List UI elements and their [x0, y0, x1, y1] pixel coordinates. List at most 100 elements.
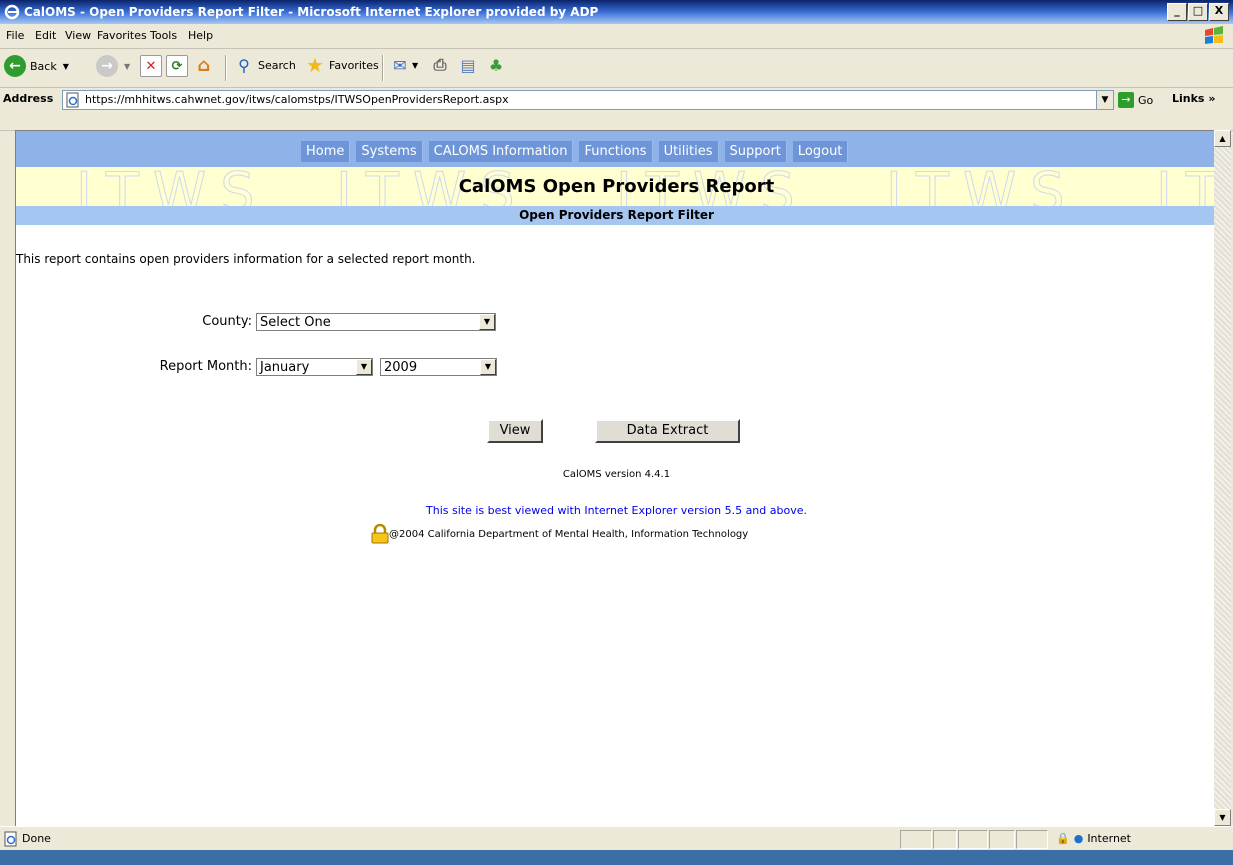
nav-functions[interactable]: Functions — [579, 141, 653, 162]
address-dropdown-icon[interactable]: ▼ — [1096, 91, 1113, 109]
messenger-button[interactable]: ♣ — [486, 55, 506, 75]
page-content: Home Systems CALOMS Information Function… — [15, 130, 1217, 827]
chevron-down-icon: ▼ — [479, 314, 495, 330]
browser-note: This site is best viewed with Internet E… — [426, 504, 807, 517]
minimize-button[interactable]: _ — [1167, 3, 1187, 21]
security-zone: 🔒 ● Internet — [1056, 832, 1131, 845]
status-cell — [989, 830, 1015, 849]
scroll-down-icon[interactable]: ▼ — [1214, 809, 1231, 826]
site-nav: Home Systems CALOMS Information Function… — [16, 131, 1217, 167]
standard-toolbar: ← Back ▼ → ▼ ✕ ⟳ ⌂ ⚲ Search ★ Favorites … — [0, 49, 1233, 88]
copyright-text: @2004 California Department of Mental He… — [389, 528, 749, 540]
banner: ITWS ITWS ITWS ITWS ITWS CalOMS Open Pro… — [16, 167, 1217, 206]
chevron-down-icon: ▼ — [356, 359, 372, 375]
refresh-icon: ⟳ — [166, 55, 188, 77]
address-url: https://mhhitws.cahwnet.gov/itws/calomst… — [85, 93, 509, 106]
menu-help[interactable]: Help — [188, 29, 213, 42]
report-month-label: Report Month: — [159, 359, 252, 374]
nav-utilities[interactable]: Utilities — [658, 141, 719, 162]
status-cell — [900, 830, 932, 849]
view-button[interactable]: View — [487, 419, 543, 443]
dropdown-arrow-icon[interactable]: ▼ — [412, 61, 418, 70]
address-label: Address — [3, 92, 54, 105]
search-icon: ⚲ — [238, 55, 250, 75]
print-button[interactable]: ⎙ — [430, 55, 450, 75]
chevron-down-icon: ▼ — [480, 359, 496, 375]
toolbar-separator — [382, 55, 384, 81]
mail-button[interactable]: ✉ ▼ — [390, 55, 418, 75]
forward-arrow-icon: → — [96, 55, 118, 77]
go-arrow-icon: → — [1118, 92, 1134, 108]
year-select[interactable]: 2009 ▼ — [380, 358, 497, 376]
search-button[interactable]: ⚲ Search — [234, 55, 296, 75]
vertical-scrollbar[interactable]: ▲ ▼ — [1214, 130, 1231, 826]
printer-icon: ⎙ — [433, 55, 447, 74]
back-arrow-icon: ← — [4, 55, 26, 77]
title-bar: CalOMS - Open Providers Report Filter - … — [0, 0, 1233, 24]
status-cell — [958, 830, 988, 849]
menu-edit[interactable]: Edit — [35, 29, 56, 42]
ie-icon — [4, 4, 20, 20]
page-subtitle: Open Providers Report Filter — [16, 206, 1217, 225]
toolbar-separator — [225, 55, 227, 81]
menu-tools[interactable]: Tools — [150, 29, 177, 42]
messenger-icon: ♣ — [488, 55, 504, 75]
nav-systems[interactable]: Systems — [356, 141, 423, 162]
menu-file[interactable]: File — [6, 29, 24, 42]
dropdown-arrow-icon[interactable]: ▼ — [63, 62, 69, 71]
windows-logo-icon — [1205, 26, 1223, 44]
address-bar: Address https://mhhitws.cahwnet.gov/itws… — [0, 88, 1233, 131]
status-cell — [933, 830, 957, 849]
version-text: CalOMS version 4.4.1 — [562, 469, 671, 480]
search-label: Search — [258, 58, 296, 72]
status-cell — [1016, 830, 1048, 849]
month-select[interactable]: January ▼ — [256, 358, 373, 376]
back-button[interactable]: ← Back ▼ — [4, 55, 69, 77]
browser-window: CalOMS - Open Providers Report Filter - … — [0, 0, 1233, 850]
status-bar: Done 🔒 ● Internet — [0, 826, 1233, 850]
nav-home[interactable]: Home — [301, 141, 351, 162]
page-done-icon — [4, 831, 17, 847]
globe-icon: ● — [1073, 832, 1084, 845]
address-input[interactable]: https://mhhitws.cahwnet.gov/itws/calomst… — [62, 90, 1114, 110]
links-label: Links — [1172, 92, 1205, 105]
back-label: Back — [30, 59, 57, 73]
page-icon — [66, 92, 79, 108]
go-button[interactable]: → Go — [1118, 92, 1153, 108]
menu-view[interactable]: View — [65, 29, 91, 42]
stop-button[interactable]: ✕ — [140, 55, 162, 77]
year-selected-value: 2009 — [384, 360, 418, 375]
menu-bar: File Edit View Favorites Tools Help — [0, 24, 1233, 49]
stop-icon: ✕ — [140, 55, 162, 77]
lock-icon — [371, 524, 389, 544]
nav-support[interactable]: Support — [724, 141, 787, 162]
refresh-button[interactable]: ⟳ — [166, 55, 188, 77]
dropdown-arrow-icon[interactable]: ▼ — [124, 62, 130, 71]
month-selected-value: January — [260, 360, 310, 375]
nav-logout[interactable]: Logout — [792, 141, 849, 162]
favorites-label: Favorites — [329, 58, 379, 72]
county-select[interactable]: Select One ▼ — [256, 313, 496, 331]
research-button[interactable]: ▤ — [458, 55, 478, 75]
nav-caloms-information[interactable]: CALOMS Information — [428, 141, 574, 162]
county-selected-value: Select One — [260, 315, 331, 330]
scroll-up-icon[interactable]: ▲ — [1214, 130, 1231, 147]
home-button[interactable]: ⌂ — [194, 54, 214, 76]
data-extract-button[interactable]: Data Extract — [595, 419, 740, 443]
status-text: Done — [22, 832, 51, 845]
home-icon: ⌂ — [197, 54, 211, 76]
page-title: CalOMS Open Providers Report — [458, 176, 775, 197]
zone-label: Internet — [1087, 832, 1131, 845]
favorites-button[interactable]: ★ Favorites — [305, 53, 379, 77]
maximize-button[interactable]: □ — [1188, 3, 1208, 21]
menu-favorites[interactable]: Favorites — [97, 29, 147, 42]
forward-button[interactable]: → ▼ — [96, 55, 130, 77]
links-button[interactable]: Links » — [1172, 92, 1215, 105]
copyright: @2004 California Department of Mental He… — [371, 524, 748, 544]
mail-icon: ✉ — [393, 55, 407, 75]
report-description: This report contains open providers info… — [16, 252, 476, 266]
star-icon: ★ — [306, 53, 324, 77]
close-button[interactable]: X — [1209, 3, 1229, 21]
go-label: Go — [1138, 93, 1154, 107]
lock-icon: 🔒 — [1056, 832, 1070, 845]
